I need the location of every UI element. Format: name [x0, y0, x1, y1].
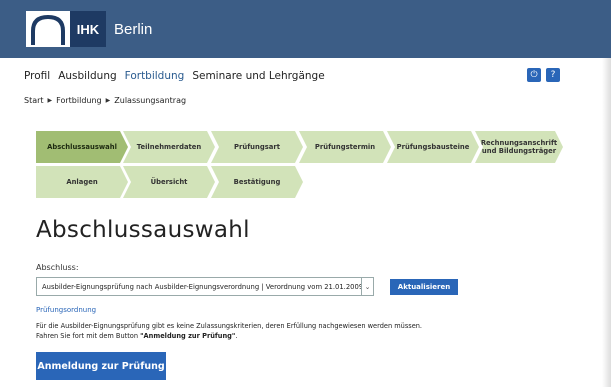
- chevron-right-icon: ▶: [47, 97, 53, 104]
- nav-item-profil[interactable]: Profil: [24, 70, 50, 82]
- nav-item-seminare[interactable]: Seminare und Lehrgänge: [192, 70, 324, 82]
- pruefungsordnung-link[interactable]: Prüfungsordnung: [36, 306, 96, 314]
- abschluss-select[interactable]: Ausbilder-Eignungsprüfung nach Ausbilder…: [36, 277, 374, 296]
- step-rechnungsanschrift[interactable]: Rechnungsanschrift und Bildungsträger: [475, 131, 563, 163]
- chevron-down-icon[interactable]: ⌄: [361, 278, 373, 295]
- header-bar: IHK Berlin: [0, 0, 611, 58]
- step-anlagen[interactable]: Anlagen: [36, 166, 128, 198]
- info-line-2: Fahren Sie fort mit dem Button "Anmeldun…: [36, 331, 422, 341]
- info-line-2-suffix: .: [235, 332, 238, 341]
- window-edge-shadow: [602, 58, 611, 387]
- page-title: Abschlussauswahl: [36, 217, 250, 243]
- breadcrumb-fortbildung[interactable]: Fortbildung: [56, 96, 101, 105]
- info-text: Für die Ausbilder-Eignungsprüfung gibt e…: [36, 321, 422, 341]
- chevron-right-icon: ▶: [105, 97, 111, 104]
- info-line-2-prefix: Fahren Sie fort mit dem Button: [36, 332, 141, 341]
- abschluss-label: Abschluss:: [36, 263, 79, 272]
- abschluss-selected-value: Ausbilder-Eignungsprüfung nach Ausbilder…: [42, 282, 374, 291]
- breadcrumb-start[interactable]: Start: [24, 96, 44, 105]
- step-pruefungstermin[interactable]: Prüfungstermin: [299, 131, 391, 163]
- aktualisieren-button[interactable]: Aktualisieren: [390, 279, 458, 295]
- step-pruefungsbausteine[interactable]: Prüfungsbausteine: [387, 131, 479, 163]
- anmeldung-button[interactable]: Anmeldung zur Prüfung: [36, 352, 166, 380]
- logo-city-text: Berlin: [114, 20, 153, 38]
- main-navigation: Profil Ausbildung Fortbildung Seminare u…: [24, 70, 325, 82]
- breadcrumb-current: Zulassungsantrag: [114, 96, 187, 105]
- nav-item-fortbildung[interactable]: Fortbildung: [125, 70, 185, 82]
- power-icon[interactable]: ⏻: [527, 68, 541, 82]
- help-icon[interactable]: ?: [546, 68, 560, 82]
- step-bestaetigung[interactable]: Bestätigung: [211, 166, 303, 198]
- ihk-arch-icon: [26, 11, 70, 47]
- info-line-1: Für die Ausbilder-Eignungsprüfung gibt e…: [36, 322, 423, 330]
- nav-item-ausbildung[interactable]: Ausbildung: [58, 70, 116, 82]
- breadcrumb: Start ▶ Fortbildung ▶ Zulassungsantrag: [24, 96, 186, 105]
- step-pruefungsart[interactable]: Prüfungsart: [211, 131, 303, 163]
- step-uebersicht[interactable]: Übersicht: [123, 166, 215, 198]
- logo-ihk-text: IHK: [70, 11, 106, 47]
- step-abschlussauswahl[interactable]: Abschlussauswahl: [36, 131, 128, 163]
- step-teilnehmerdaten[interactable]: Teilnehmerdaten: [123, 131, 215, 163]
- info-line-2-bold: "Anmeldung zur Prüfung": [140, 332, 236, 341]
- ihk-logo[interactable]: IHK Berlin: [26, 11, 152, 47]
